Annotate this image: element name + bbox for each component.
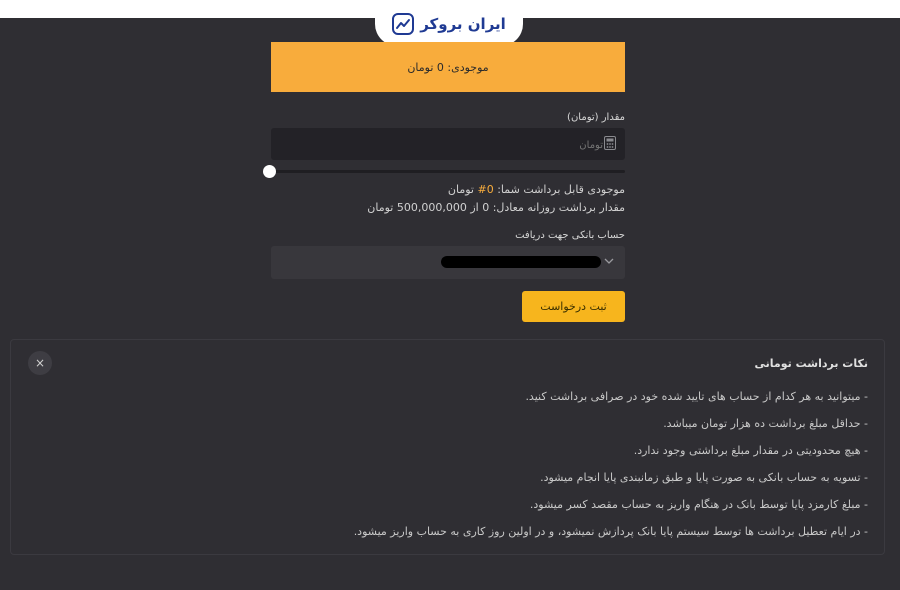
bank-account-label: حساب بانکی جهت دریافت bbox=[515, 230, 625, 241]
calculator-icon[interactable] bbox=[604, 136, 616, 150]
amount-slider-track[interactable] bbox=[270, 170, 625, 173]
amount-slider-handle[interactable] bbox=[263, 165, 276, 178]
chart-trend-icon bbox=[392, 13, 415, 35]
available-prefix: موجودی قابل برداشت شما: bbox=[493, 183, 625, 196]
balance-text: موجودی: 0 تومان bbox=[407, 60, 489, 74]
list-item: - در ایام تعطیل برداشت ها توسط سیستم پای… bbox=[353, 525, 868, 538]
available-balance-info: موجودی قابل برداشت شما: 0# تومان bbox=[448, 183, 625, 196]
list-item: - تسویه به حساب بانکی به صورت پایا و طبق… bbox=[540, 471, 868, 484]
daily-limit-info: مقدار برداشت روزانه معادل: 0 از 500,000,… bbox=[367, 201, 625, 214]
close-icon[interactable]: × bbox=[28, 351, 52, 375]
logo-text: ایران بروکر bbox=[420, 15, 506, 33]
notes-title: نکات برداشت تومانی bbox=[754, 357, 868, 370]
balance-banner: موجودی: 0 تومان bbox=[271, 42, 625, 92]
list-item: - حداقل مبلغ برداشت ده هزار تومان میباشد… bbox=[663, 417, 868, 430]
amount-input[interactable] bbox=[311, 128, 603, 162]
notes-list: - میتوانید به هر کدام از حساب های تایید … bbox=[354, 390, 868, 552]
list-item: - میتوانید به هر کدام از حساب های تایید … bbox=[525, 390, 868, 403]
notes-panel: × نکات برداشت تومانی - میتوانید به هر کد… bbox=[10, 339, 885, 555]
submit-request-button[interactable]: ثبت درخواست bbox=[522, 291, 625, 322]
list-item: - مبلغ کارمزد پایا توسط بانک در هنگام وا… bbox=[529, 498, 868, 511]
bank-account-select[interactable]: IR5500001030005 bbox=[271, 246, 625, 279]
amount-label: مقدار (تومان) bbox=[567, 112, 625, 123]
available-suffix: تومان bbox=[447, 183, 478, 196]
list-item: - هیچ محدودیتی در مقدار مبلغ برداشتی وجو… bbox=[633, 444, 868, 457]
amount-field-container bbox=[271, 128, 625, 162]
brand-logo[interactable]: ایران بروکر bbox=[375, 2, 523, 46]
available-value: 0# bbox=[477, 183, 494, 196]
chevron-down-icon[interactable] bbox=[604, 257, 614, 265]
bank-account-value-redacted: IR5500001030005 bbox=[441, 256, 601, 268]
